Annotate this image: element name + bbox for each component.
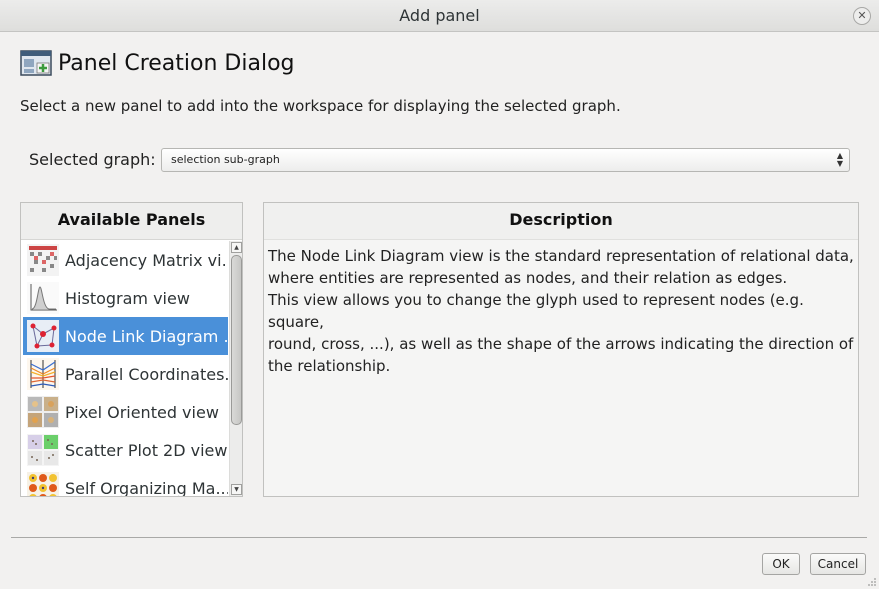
description-panel: Description The Node Link Diagram view i… (263, 202, 859, 497)
panel-add-icon (20, 50, 52, 76)
scroll-up-icon[interactable]: ▲ (231, 242, 242, 253)
available-panels-list: Available Panels Adjacency Matrix vi... … (20, 202, 243, 497)
available-panels-header: Available Panels (21, 203, 242, 240)
parallel-coordinates-icon (27, 358, 59, 390)
graph-select-value: selection sub-graph (171, 153, 280, 166)
description-line: This view allows you to change the glyph… (268, 291, 804, 331)
ok-button[interactable]: OK (762, 553, 800, 575)
description-header: Description (264, 203, 858, 240)
resize-grip-icon[interactable] (867, 577, 877, 587)
self-organizing-map-icon (27, 472, 59, 496)
cancel-button[interactable]: Cancel (810, 553, 866, 575)
title-bar: Add panel ✕ (0, 0, 879, 32)
description-line: where entities are represented as nodes,… (268, 269, 788, 287)
selected-graph-label: Selected graph: (29, 150, 156, 169)
panels-list-viewport: Adjacency Matrix vi... Histogram view No… (23, 241, 228, 496)
instructions-text: Select a new panel to add into the works… (20, 97, 621, 115)
histogram-icon (27, 282, 59, 314)
panel-item-adjacency-matrix[interactable]: Adjacency Matrix vi... (23, 241, 228, 279)
page-title: Panel Creation Dialog (58, 50, 295, 76)
description-line: The Node Link Diagram view is the standa… (268, 247, 854, 265)
panel-item-label: Self Organizing Ma... (65, 478, 228, 497)
panel-item-label: Adjacency Matrix vi... (65, 250, 228, 270)
panels-scrollbar[interactable]: ▲ ▼ (229, 241, 242, 496)
adjacency-matrix-icon (27, 244, 59, 276)
panel-item-self-organizing-map[interactable]: Self Organizing Ma... (23, 469, 228, 496)
panel-item-scatter-plot-2d[interactable]: Scatter Plot 2D view (23, 431, 228, 469)
panel-item-pixel-oriented[interactable]: Pixel Oriented view (23, 393, 228, 431)
scroll-down-icon[interactable]: ▼ (231, 484, 242, 495)
panel-item-histogram[interactable]: Histogram view (23, 279, 228, 317)
graph-select[interactable]: selection sub-graph ▲ ▼ (161, 148, 850, 172)
description-line: round, cross, ...), as well as the shape… (268, 335, 854, 353)
panel-item-label: Parallel Coordinates... (65, 364, 228, 384)
panel-item-parallel-coordinates[interactable]: Parallel Coordinates... (23, 355, 228, 393)
close-icon: ✕ (857, 9, 867, 22)
description-line: the relationship. (268, 357, 391, 375)
button-separator (11, 537, 867, 538)
panel-item-node-link-diagram[interactable]: Node Link Diagram ... (23, 317, 228, 355)
dialog-header: Panel Creation Dialog (20, 47, 295, 79)
scrollbar-thumb[interactable] (231, 255, 242, 425)
panel-item-label: Scatter Plot 2D view (65, 440, 228, 460)
window-title: Add panel (399, 6, 480, 25)
panel-item-label: Pixel Oriented view (65, 402, 219, 422)
description-text: The Node Link Diagram view is the standa… (264, 240, 858, 377)
panel-item-label: Histogram view (65, 288, 190, 308)
panel-item-label: Node Link Diagram ... (65, 326, 228, 346)
pixel-oriented-icon (27, 396, 59, 428)
close-button[interactable]: ✕ (853, 7, 871, 25)
scatter-plot-icon (27, 434, 59, 466)
node-link-diagram-icon (27, 320, 59, 352)
select-arrows-icon: ▲ ▼ (836, 151, 843, 168)
